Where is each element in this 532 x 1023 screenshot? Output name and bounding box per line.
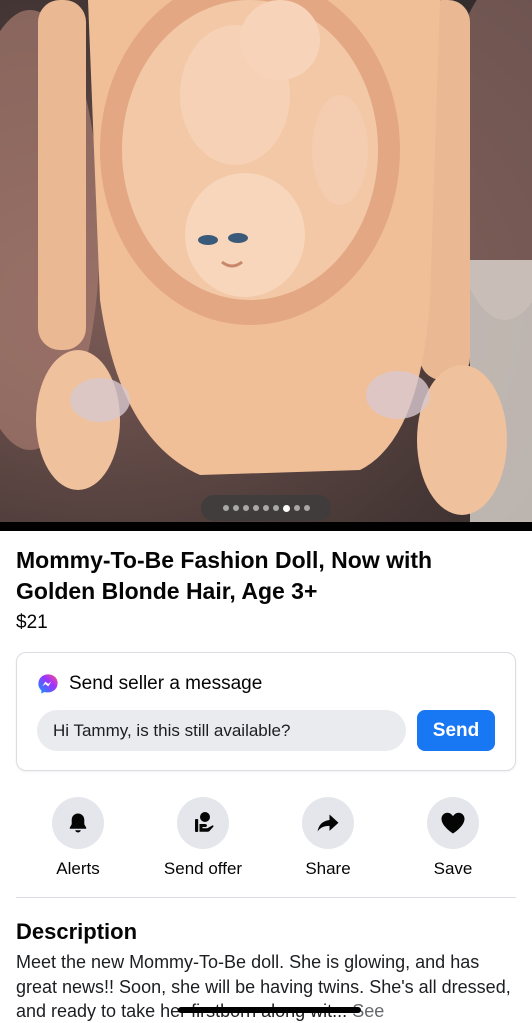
save-button[interactable] bbox=[427, 797, 479, 849]
pager-dot[interactable] bbox=[303, 505, 310, 511]
share-action[interactable]: Share bbox=[268, 797, 388, 879]
share-button[interactable] bbox=[302, 797, 354, 849]
pager-dot[interactable] bbox=[222, 505, 229, 511]
alerts-button[interactable] bbox=[52, 797, 104, 849]
message-heading: Send seller a message bbox=[69, 673, 263, 694]
offer-icon bbox=[195, 812, 214, 832]
listing-title: Mommy-To-Be Fashion Doll, Now with Golde… bbox=[16, 547, 433, 604]
save-label: Save bbox=[433, 859, 473, 878]
message-input[interactable]: Hi Tammy, is this still available? bbox=[37, 710, 406, 751]
section-divider bbox=[16, 897, 516, 898]
image-pager[interactable] bbox=[201, 495, 331, 521]
message-card-header: Send seller a message bbox=[37, 673, 262, 695]
send-offer-button[interactable] bbox=[177, 797, 229, 849]
alerts-action[interactable]: Alerts bbox=[18, 797, 138, 879]
pager-dot[interactable] bbox=[262, 505, 269, 511]
description-heading: Description bbox=[16, 919, 138, 944]
home-indicator bbox=[178, 1007, 361, 1013]
doll-photo-illustration bbox=[0, 0, 532, 522]
pager-dot[interactable] bbox=[232, 505, 239, 511]
alerts-label: Alerts bbox=[56, 859, 100, 878]
pager-dot[interactable] bbox=[252, 505, 259, 511]
bell-icon bbox=[69, 813, 87, 833]
send-offer-label: Send offer bbox=[163, 859, 243, 878]
share-icon bbox=[317, 814, 339, 832]
pager-dot[interactable] bbox=[282, 504, 290, 512]
listing-price: $21 bbox=[16, 612, 48, 633]
pager-dot[interactable] bbox=[242, 505, 249, 511]
pager-dot[interactable] bbox=[272, 505, 279, 511]
share-label: Share bbox=[305, 859, 351, 878]
heart-icon bbox=[441, 812, 465, 834]
messenger-icon bbox=[38, 674, 58, 694]
save-action[interactable]: Save bbox=[393, 797, 513, 879]
photo-divider bbox=[0, 522, 532, 531]
send-button[interactable]: Send bbox=[417, 710, 495, 751]
pager-dot[interactable] bbox=[293, 505, 300, 511]
send-offer-action[interactable]: Send offer bbox=[143, 797, 263, 879]
message-seller-card: Send seller a message Hi Tammy, is this … bbox=[16, 652, 516, 771]
listing-photo[interactable] bbox=[0, 0, 532, 522]
